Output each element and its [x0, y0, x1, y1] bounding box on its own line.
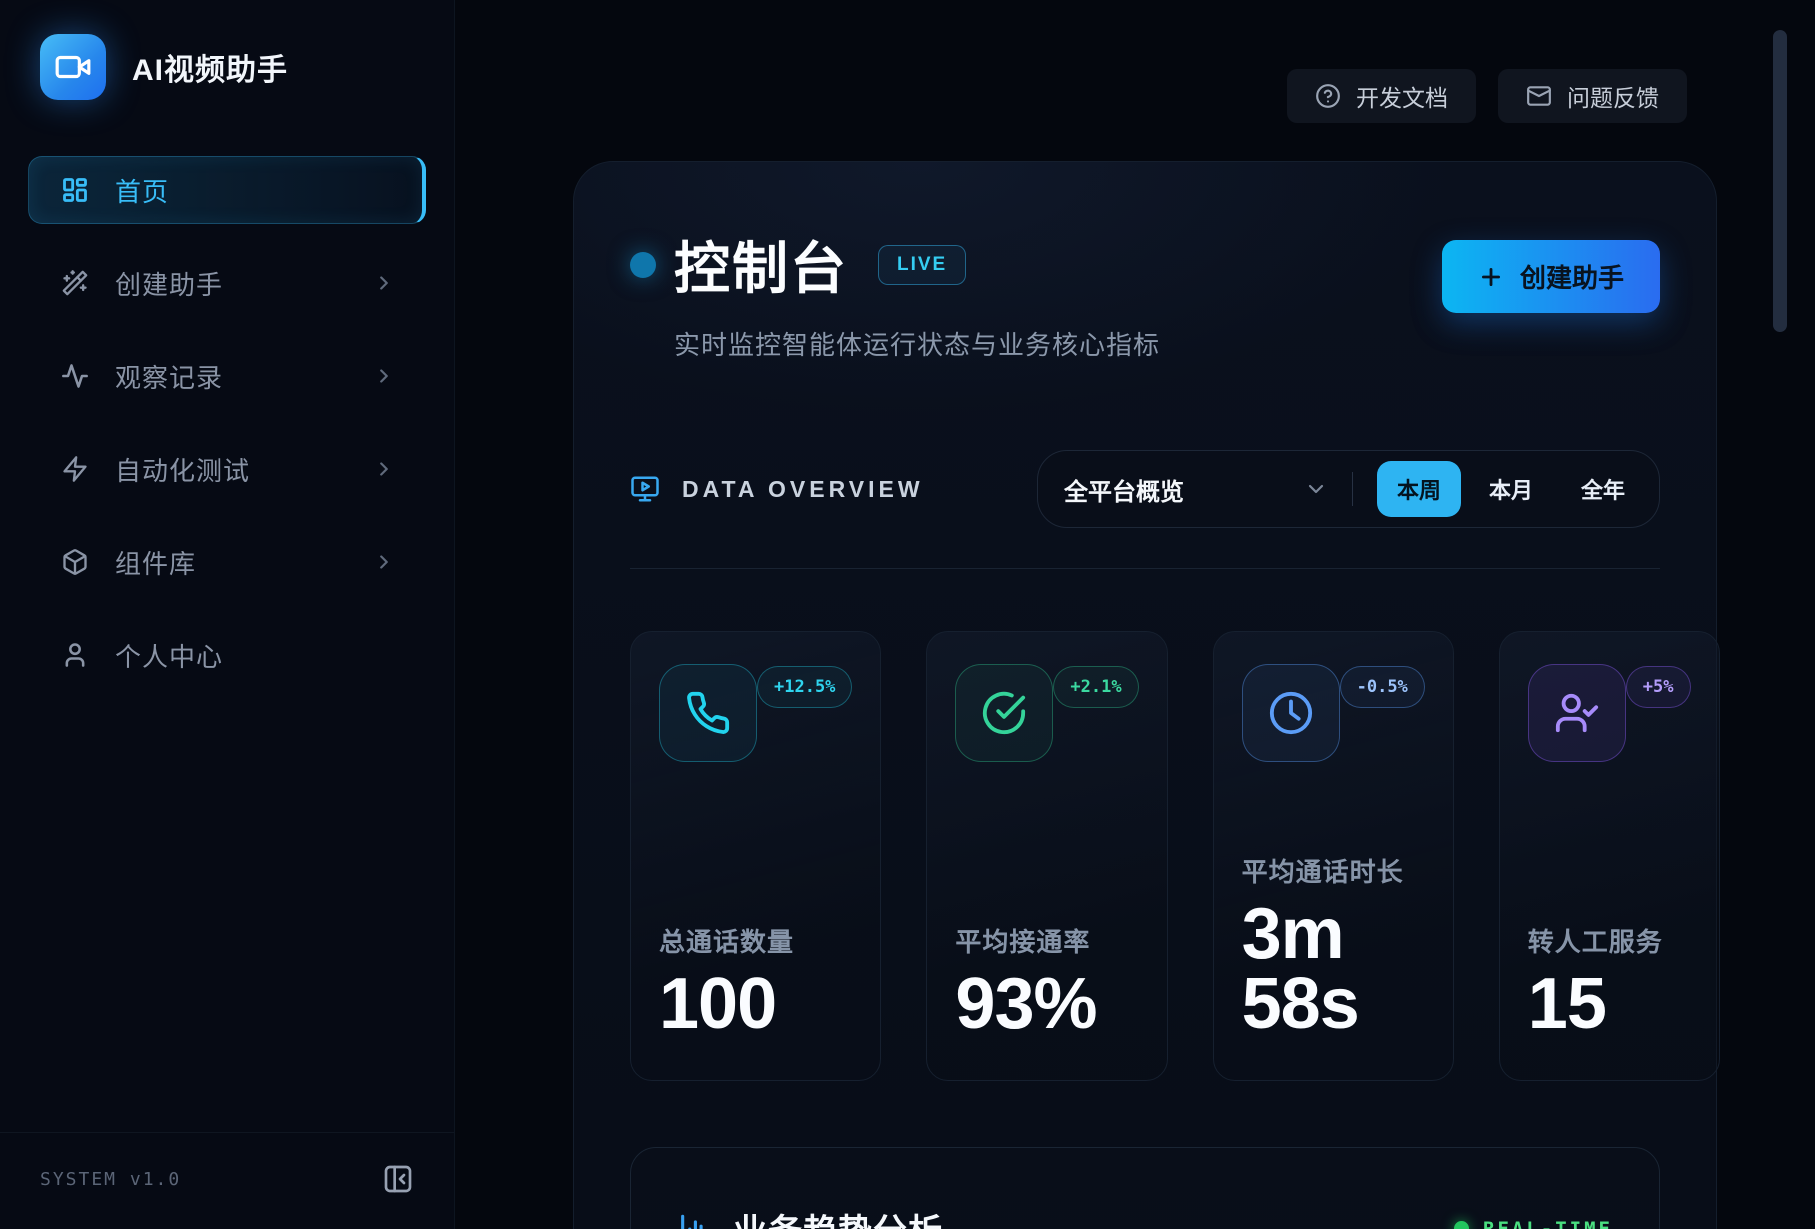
delta-badge: +2.1% — [1053, 666, 1138, 708]
system-version: SYSTEM v1.0 — [40, 1169, 181, 1190]
lightning-icon — [61, 455, 89, 483]
stat-label: 平均通话时长 — [1242, 852, 1425, 889]
delta-badge: +5% — [1626, 666, 1691, 708]
dev-docs-button[interactable]: 开发文档 — [1287, 69, 1476, 123]
platform-select-value: 全平台概览 — [1064, 472, 1184, 507]
overview-controls: 全平台概览 本周 本月 全年 — [1037, 450, 1660, 528]
sidebar-item-automation-test[interactable]: 自动化测试 — [28, 435, 426, 503]
tab-this-month[interactable]: 本月 — [1469, 461, 1553, 517]
stat-value: 100 — [659, 969, 852, 1040]
tab-this-year[interactable]: 全年 — [1561, 461, 1645, 517]
chevron-right-icon — [373, 272, 395, 294]
page-subtitle: 实时监控智能体运行状态与业务核心指标 — [674, 325, 1660, 362]
mail-icon — [1526, 83, 1552, 109]
realtime-label: REAL-TIME — [1483, 1218, 1613, 1229]
check-circle-icon — [955, 664, 1053, 762]
activity-icon — [61, 362, 89, 390]
wand-icon — [61, 269, 89, 297]
stat-value: 15 — [1528, 969, 1691, 1040]
phone-icon — [659, 664, 757, 762]
stat-card-answer-rate: +2.1% 平均接通率 93% — [926, 631, 1167, 1081]
sidebar-item-observation-log[interactable]: 观察记录 — [28, 342, 426, 410]
stat-label: 转人工服务 — [1528, 922, 1691, 959]
clock-icon — [1242, 664, 1340, 762]
range-tabs: 本周 本月 全年 — [1377, 461, 1645, 517]
app-title: AI视频助手 — [132, 45, 288, 89]
scrollbar-thumb[interactable] — [1773, 30, 1787, 332]
collapse-sidebar-icon[interactable] — [382, 1163, 414, 1195]
chevron-down-icon — [1304, 477, 1328, 501]
sidebar-item-label: 首页 — [115, 172, 169, 209]
monitor-play-icon — [630, 474, 660, 504]
sidebar-nav: 首页 创建助手 观察记录 — [0, 130, 454, 714]
divider — [630, 568, 1660, 569]
cube-icon — [61, 548, 89, 576]
user-icon — [61, 641, 89, 669]
delta-badge: +12.5% — [757, 666, 852, 708]
chevron-right-icon — [373, 551, 395, 573]
dev-docs-label: 开发文档 — [1356, 79, 1448, 113]
console-panel: 控制台 LIVE 实时监控智能体运行状态与业务核心指标 创建助手 DATA OV… — [573, 161, 1717, 1229]
chevron-right-icon — [373, 365, 395, 387]
stat-label: 总通话数量 — [659, 922, 852, 959]
trend-title: 业务趋势分析 — [733, 1204, 943, 1229]
dashboard-icon — [61, 176, 89, 204]
app-logo — [40, 34, 106, 100]
sidebar: AI视频助手 首页 创建助手 — [0, 0, 455, 1229]
stat-value: 93% — [955, 969, 1138, 1040]
sidebar-item-label: 自动化测试 — [115, 451, 250, 488]
stat-value: 3m 58s — [1242, 899, 1425, 1040]
sidebar-item-label: 创建助手 — [115, 265, 223, 302]
feedback-button[interactable]: 问题反馈 — [1498, 69, 1687, 123]
plus-icon — [1478, 264, 1504, 290]
sidebar-footer: SYSTEM v1.0 — [0, 1132, 454, 1229]
main-area: 开发文档 问题反馈 控制台 LIVE 实时监控智能体运行状态与业务核心指标 — [455, 0, 1815, 1229]
stats-grid: +12.5% 总通话数量 100 +2.1% 平均接通率 93% — [630, 631, 1660, 1081]
sidebar-header: AI视频助手 — [0, 0, 454, 130]
stat-card-avg-duration: -0.5% 平均通话时长 3m 58s — [1213, 631, 1454, 1081]
sidebar-item-profile[interactable]: 个人中心 — [28, 621, 426, 689]
delta-badge: -0.5% — [1340, 666, 1425, 708]
sidebar-item-label: 个人中心 — [115, 637, 223, 674]
sidebar-item-label: 组件库 — [115, 544, 196, 581]
video-camera-icon — [54, 48, 92, 86]
topbar: 开发文档 问题反馈 — [1287, 69, 1687, 123]
sidebar-item-create-assistant[interactable]: 创建助手 — [28, 249, 426, 317]
realtime-status: REAL-TIME — [1454, 1218, 1613, 1229]
create-assistant-button[interactable]: 创建助手 — [1442, 240, 1660, 313]
create-assistant-label: 创建助手 — [1520, 258, 1624, 295]
live-badge: LIVE — [878, 245, 966, 285]
console-header: 控制台 LIVE 实时监控智能体运行状态与业务核心指标 创建助手 — [630, 162, 1660, 362]
data-overview-bar: DATA OVERVIEW 全平台概览 本周 本月 全年 — [630, 450, 1660, 528]
green-status-dot — [1454, 1221, 1469, 1229]
tab-this-week[interactable]: 本周 — [1377, 461, 1461, 517]
platform-select[interactable]: 全平台概览 — [1064, 472, 1328, 507]
trend-analysis-panel: 业务趋势分析 REAL-TIME — [630, 1147, 1660, 1229]
feedback-label: 问题反馈 — [1567, 79, 1659, 113]
sidebar-item-component-library[interactable]: 组件库 — [28, 528, 426, 596]
sidebar-item-home[interactable]: 首页 — [28, 156, 426, 224]
bar-chart-icon — [677, 1212, 711, 1229]
page-title: 控制台 — [674, 224, 848, 305]
help-circle-icon — [1315, 83, 1341, 109]
stat-card-human-transfer: +5% 转人工服务 15 — [1499, 631, 1720, 1081]
divider — [1352, 472, 1353, 506]
status-dot — [630, 252, 656, 278]
stat-label: 平均接通率 — [955, 922, 1138, 959]
chevron-right-icon — [373, 458, 395, 480]
section-label: DATA OVERVIEW — [682, 476, 924, 503]
user-check-icon — [1528, 664, 1626, 762]
sidebar-item-label: 观察记录 — [115, 358, 223, 395]
stat-card-total-calls: +12.5% 总通话数量 100 — [630, 631, 881, 1081]
